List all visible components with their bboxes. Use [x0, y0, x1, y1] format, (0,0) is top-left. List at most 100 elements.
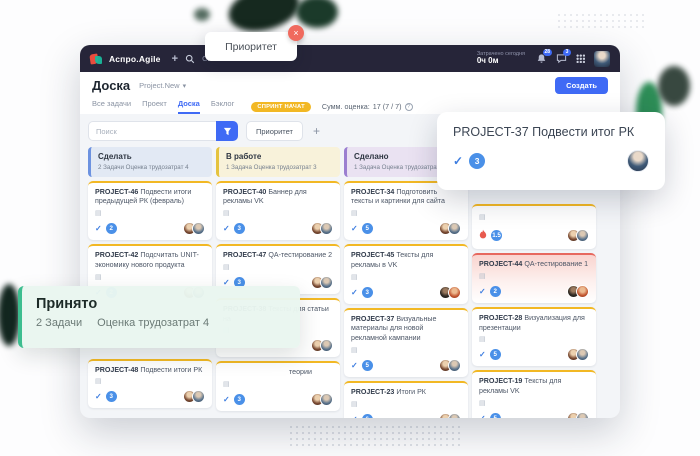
task-card[interactable]: теории▤✓3	[216, 361, 340, 411]
check-icon: ✓	[95, 392, 102, 401]
task-card[interactable]: PROJECT-44 QA-тестирование 1▤✓2	[472, 253, 596, 303]
description-icon: ▤	[479, 214, 589, 221]
header-row: Доска Project.New ▾ Создать	[80, 72, 620, 96]
user-avatar[interactable]	[594, 51, 610, 67]
tab-item[interactable]: Бэклог	[211, 99, 234, 114]
accepted-subtitle: 2 Задачи Оценка трудозатрат 4	[36, 317, 286, 329]
description-icon: ▤	[479, 400, 589, 407]
task-card[interactable]: PROJECT-40 Баннер для рекламы VK▤✓3	[216, 181, 340, 241]
board-column: В работе1 Задача Оценка трудозатрат 3PRO…	[216, 147, 340, 411]
estimate-badge: 3	[234, 223, 245, 234]
bell-icon[interactable]: 28	[536, 53, 547, 64]
avatar	[320, 393, 333, 406]
check-icon: ✓	[95, 224, 102, 233]
accepted-callout: Принято 2 Задачи Оценка трудозатрат 4	[18, 286, 300, 348]
add-filter-button[interactable]: +	[313, 125, 320, 137]
avatar	[576, 285, 589, 298]
topbar: Аспро.Agile + Сп Затрачено сегодня 0ч 0м…	[80, 45, 620, 72]
tab-item[interactable]: Все задачи	[92, 99, 131, 114]
task-title: PROJECT-48 Подвести итоги РК	[95, 366, 205, 376]
task-title: PROJECT-19 Тексты для рекламы VK	[479, 377, 589, 397]
task-card[interactable]: PROJECT-19 Тексты для рекламы VK▤✓5	[472, 370, 596, 418]
task-footer: ✓2	[95, 222, 205, 235]
estimate-badge: 6	[362, 414, 373, 418]
task-title: PROJECT-28 Визуализация для презентации	[479, 314, 589, 334]
avatar	[576, 229, 589, 242]
description-icon: ▤	[95, 378, 205, 385]
task-footer: ✓3	[95, 390, 205, 403]
description-icon: ▤	[223, 381, 333, 388]
estimate-badge: 5	[362, 223, 373, 234]
create-button[interactable]: Создать	[555, 77, 608, 94]
decor-dots-bottom	[288, 424, 460, 448]
assignee-avatars	[439, 413, 461, 418]
avatar	[448, 286, 461, 299]
task-card[interactable]: PROJECT-23 Итоги РК▤✓6	[344, 381, 468, 418]
app-name: Аспро.Agile	[109, 54, 161, 64]
task-card[interactable]: PROJECT-46 Подвести итоги предыдущей РК …	[88, 181, 212, 241]
chevron-down-icon: ▾	[183, 82, 187, 90]
chat-icon[interactable]: 3	[556, 53, 567, 64]
task-card[interactable]: PROJECT-48 Подвести итоги РК ▤ ✓3	[88, 359, 212, 409]
task-footer: ✓6	[351, 413, 461, 418]
apps-grid-icon[interactable]	[576, 54, 585, 63]
assignee-avatars	[567, 348, 589, 361]
estimate-badge: 2	[490, 286, 501, 297]
info-icon[interactable]: ?	[405, 103, 413, 111]
column-title: В работе	[226, 152, 333, 161]
check-icon: ✓	[351, 224, 358, 233]
app-logo-icon	[90, 53, 102, 65]
board-header-zone: Доска Project.New ▾ Создать Все задачи Пр…	[80, 72, 620, 114]
avatar	[320, 276, 333, 289]
task-popup[interactable]: PROJECT-37 Подвести итог РК ✓ 3	[437, 112, 665, 190]
estimate-badge: 3	[469, 153, 485, 169]
score-label: Сумм. оценка:	[322, 102, 370, 111]
accepted-tasks: 2 Задачи	[36, 317, 82, 329]
filter-funnel-button[interactable]	[216, 121, 238, 141]
bell-badge: 28	[543, 49, 552, 56]
task-title: PROJECT-40 Баннер для рекламы VK	[223, 188, 333, 208]
board-column: Сделать2 Задачи Оценка трудозатрат 4 PROJ…	[88, 147, 212, 408]
project-selector[interactable]: Project.New ▾	[139, 81, 186, 90]
close-icon[interactable]: ×	[288, 25, 304, 41]
priority-tooltip-label: Приоритет	[225, 41, 277, 53]
task-footer: 1.5	[479, 226, 589, 244]
avatar	[320, 339, 333, 352]
accepted-estimate: Оценка трудозатрат 4	[97, 317, 209, 329]
fire-priority-icon	[479, 226, 487, 244]
search-input[interactable]	[88, 121, 216, 141]
time-tracker: Затрачено сегодня 0ч 0м	[477, 51, 525, 66]
decor-leaf-top-right	[296, 0, 338, 28]
task-card[interactable]: PROJECT-37 Визуальные материалы для ново…	[344, 308, 468, 377]
assignee-avatars	[311, 393, 333, 406]
column-header: Сделать2 Задачи Оценка трудозатрат 4	[88, 147, 212, 177]
task-footer: ✓5	[351, 359, 461, 372]
decor-dot-top	[194, 8, 210, 21]
app-window: Аспро.Agile + Сп Затрачено сегодня 0ч 0м…	[80, 45, 620, 418]
task-card[interactable]: PROJECT-28 Визуализация для презентации ▤…	[472, 307, 596, 367]
assignee-avatar	[627, 150, 649, 172]
task-footer: ✓3	[223, 222, 333, 235]
avatar	[448, 222, 461, 235]
task-title: PROJECT-23 Итоги РК	[351, 388, 461, 398]
page-title: Доска	[92, 78, 130, 93]
task-footer: ✓5	[351, 222, 461, 235]
add-icon[interactable]: +	[172, 53, 178, 65]
assignee-avatars	[567, 285, 589, 298]
assignee-avatars	[183, 222, 205, 235]
description-icon: ▤	[223, 264, 333, 271]
task-card[interactable]: PROJECT-45 Тексты для рекламы в VK▤✓3	[344, 244, 468, 304]
priority-filter-chip[interactable]: Приоритет	[246, 121, 303, 141]
description-icon: ▤	[351, 210, 461, 217]
tab-active[interactable]: Доска	[178, 99, 200, 114]
decor-dark-right	[658, 66, 690, 106]
search-icon[interactable]	[185, 54, 195, 64]
task-footer: ✓3	[223, 393, 333, 406]
assignee-avatars	[567, 412, 589, 418]
description-icon: ▤	[95, 210, 205, 217]
description-icon: ▤	[479, 336, 589, 343]
assignee-avatars	[439, 222, 461, 235]
task-card[interactable]: ▤ 1.5	[472, 204, 596, 249]
accepted-title: Принято	[36, 296, 286, 312]
tab-item[interactable]: Проект	[142, 99, 167, 114]
